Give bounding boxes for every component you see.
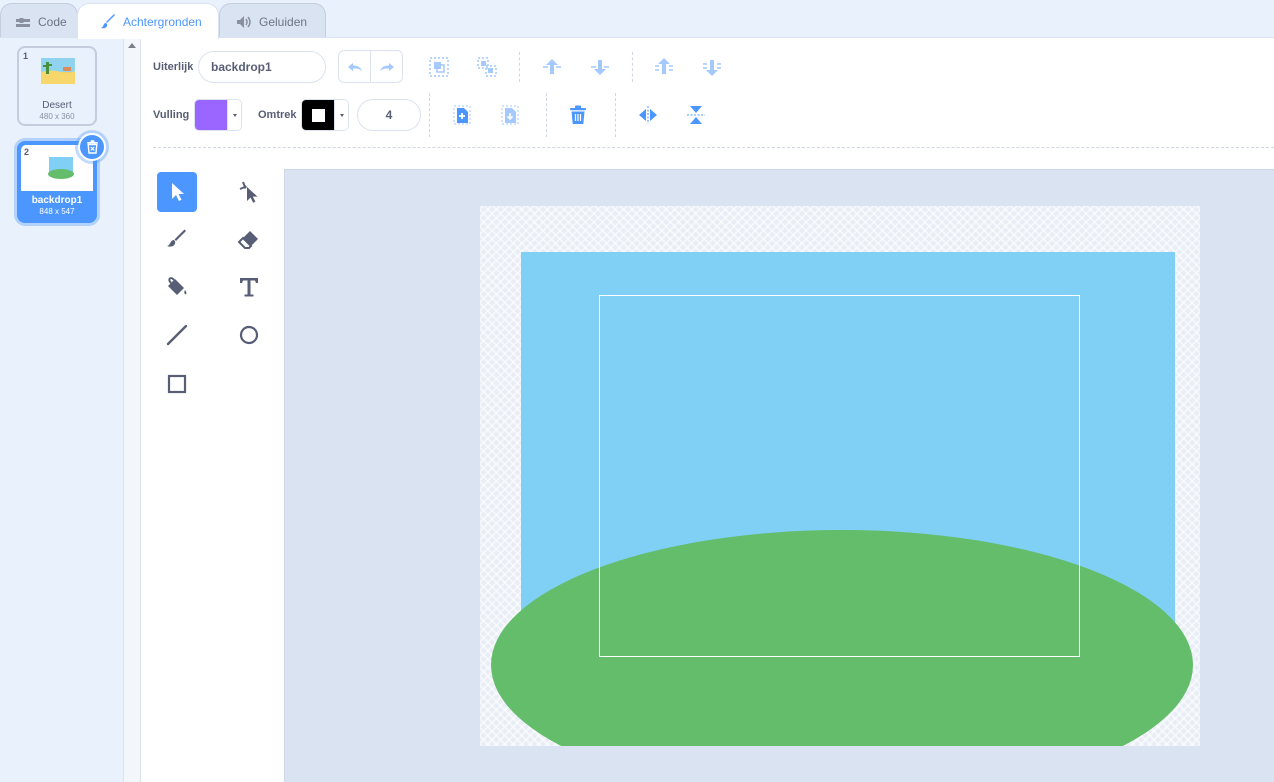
copy-button[interactable] bbox=[447, 100, 477, 130]
circle-icon bbox=[239, 325, 259, 345]
toolbar-separator bbox=[519, 52, 520, 82]
tab-sounds[interactable]: Geluiden bbox=[219, 3, 326, 39]
brush-icon bbox=[167, 229, 186, 247]
forward-button[interactable] bbox=[537, 52, 567, 82]
backdrop-number: 2 bbox=[24, 147, 30, 157]
paint-bucket-icon bbox=[168, 277, 187, 295]
backdrop-number: 1 bbox=[23, 51, 29, 61]
trash-icon bbox=[86, 140, 98, 154]
outline-color-picker[interactable] bbox=[301, 99, 349, 131]
ungroup-button[interactable] bbox=[472, 52, 502, 82]
text-tool[interactable] bbox=[229, 267, 269, 307]
arrow-down-icon bbox=[591, 60, 609, 75]
appearance-label: Uiterlijk bbox=[153, 61, 194, 73]
backdrop-item-desert[interactable]: 1 Desert 480 x 360 bbox=[17, 46, 97, 126]
flip-horizontal-button[interactable] bbox=[633, 100, 663, 130]
outline-label: Omtrek bbox=[258, 109, 297, 121]
fill-label: Vulling bbox=[153, 109, 190, 121]
line-tool[interactable] bbox=[157, 315, 197, 355]
tab-code[interactable]: Code bbox=[0, 3, 78, 39]
backdrop-name: Desert bbox=[42, 100, 72, 111]
tab-backdrops-label: Achtergronden bbox=[123, 14, 202, 29]
artboard[interactable] bbox=[480, 206, 1200, 746]
fill-color-swatch bbox=[195, 100, 227, 130]
arrow-up-icon bbox=[543, 59, 561, 74]
costume-name-input[interactable] bbox=[198, 51, 326, 83]
eraser-tool[interactable] bbox=[229, 220, 269, 260]
group-button[interactable] bbox=[424, 52, 454, 82]
fill-tool[interactable] bbox=[157, 267, 197, 307]
brush-tool[interactable] bbox=[157, 220, 197, 260]
paste-button[interactable] bbox=[495, 100, 525, 130]
front-button[interactable] bbox=[649, 52, 679, 82]
line-icon bbox=[166, 324, 188, 346]
reshape-tool[interactable] bbox=[229, 172, 269, 212]
tab-sounds-label: Geluiden bbox=[259, 14, 308, 29]
paintbrush-icon bbox=[101, 13, 115, 28]
backward-button[interactable] bbox=[585, 52, 615, 82]
eraser-icon bbox=[237, 231, 258, 249]
send-to-back-icon bbox=[703, 60, 721, 76]
tab-bar: Code Achtergronden Geluiden bbox=[0, 0, 1274, 39]
redo-icon bbox=[379, 62, 394, 71]
paint-editor: Uiterlijk Vulling Omtrek bbox=[141, 38, 1274, 782]
ungroup-icon bbox=[477, 57, 497, 77]
circle-tool[interactable] bbox=[229, 315, 269, 355]
flip-horizontal-icon bbox=[639, 106, 657, 124]
undo-icon bbox=[347, 62, 362, 71]
chevron-down-icon bbox=[227, 100, 241, 130]
toolbar-separator bbox=[546, 93, 547, 137]
backdrop-artwork bbox=[491, 252, 1193, 746]
rectangle-tool[interactable] bbox=[157, 364, 197, 404]
drawing-canvas[interactable] bbox=[284, 169, 1274, 782]
toolbar-separator bbox=[632, 52, 633, 82]
tab-code-label: Code bbox=[38, 14, 67, 29]
bring-to-front-icon bbox=[655, 58, 673, 74]
trash-icon bbox=[570, 105, 586, 124]
rectangle-icon bbox=[167, 374, 187, 394]
arrow-cursor-icon bbox=[172, 183, 184, 201]
outline-width-input[interactable] bbox=[357, 99, 421, 131]
chevron-down-icon bbox=[334, 100, 348, 130]
delete-button[interactable] bbox=[563, 100, 593, 130]
delete-backdrop-button[interactable] bbox=[78, 133, 106, 161]
scroll-up-arrow-icon[interactable] bbox=[128, 43, 136, 48]
backdrop-size: 480 x 360 bbox=[39, 112, 75, 121]
text-icon bbox=[240, 278, 258, 297]
redo-button[interactable] bbox=[370, 51, 402, 82]
flip-vertical-icon bbox=[687, 106, 705, 124]
backdrop-list-scrollbar[interactable] bbox=[123, 38, 141, 782]
backdrop-thumbnail bbox=[41, 58, 75, 84]
undo-button[interactable] bbox=[339, 51, 370, 82]
toolbar-separator bbox=[615, 93, 616, 137]
backdrop-size: 848 x 547 bbox=[39, 207, 75, 216]
paste-icon bbox=[501, 105, 519, 125]
flip-vertical-button[interactable] bbox=[681, 100, 711, 130]
backdrop-name: backdrop1 bbox=[31, 195, 83, 206]
undo-redo-group bbox=[338, 50, 403, 83]
code-icon bbox=[16, 17, 30, 27]
group-icon bbox=[429, 57, 449, 77]
copy-icon bbox=[453, 105, 471, 125]
outline-color-swatch bbox=[302, 100, 334, 130]
back-button[interactable] bbox=[697, 52, 727, 82]
speaker-icon bbox=[237, 15, 251, 28]
tab-backdrops[interactable]: Achtergronden bbox=[77, 3, 219, 39]
backdrop-thumbnail bbox=[48, 157, 74, 179]
select-tool[interactable] bbox=[157, 172, 197, 212]
toolbar-divider bbox=[153, 147, 1274, 148]
toolbar-separator bbox=[429, 93, 430, 137]
fill-color-picker[interactable] bbox=[194, 99, 242, 131]
reshape-icon bbox=[239, 181, 258, 203]
